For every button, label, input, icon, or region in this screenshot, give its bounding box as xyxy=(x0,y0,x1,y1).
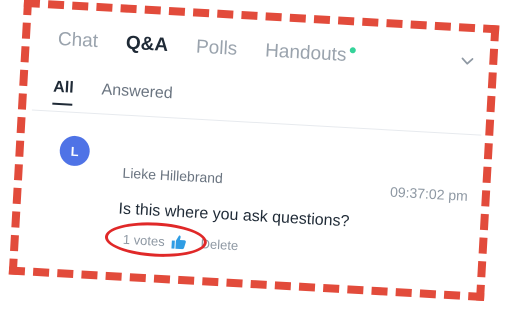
chevron-down-icon[interactable] xyxy=(461,55,474,68)
tab-polls[interactable]: Polls xyxy=(195,37,237,61)
tab-chat[interactable]: Chat xyxy=(57,29,98,53)
tab-handouts-label: Handouts xyxy=(264,40,347,66)
votes-count: 1 votes xyxy=(122,231,166,249)
delete-link[interactable]: Delete xyxy=(200,236,238,253)
avatar-initial: L xyxy=(70,143,80,159)
qa-panel-wrapper: Chat Q&A Polls Handouts All Answered L L… xyxy=(8,0,500,302)
subtabs-divider xyxy=(31,109,482,136)
avatar: L xyxy=(58,135,91,167)
screenshot-stage: Chat Q&A Polls Handouts All Answered L L… xyxy=(0,0,508,309)
subtab-all[interactable]: All xyxy=(52,78,75,106)
subtabs: All Answered xyxy=(52,78,173,112)
main-tabs: Chat Q&A Polls Handouts xyxy=(57,29,356,68)
question-timestamp: 09:37:02 pm xyxy=(389,183,469,204)
subtab-answered[interactable]: Answered xyxy=(101,81,173,111)
question-actions: 1 votes Delete xyxy=(104,219,239,260)
question-author: Lieke Hillebrand xyxy=(122,164,224,187)
tab-qa[interactable]: Q&A xyxy=(125,33,168,57)
votes-group: 1 votes xyxy=(104,219,208,260)
question-text: Is this where you ask questions? xyxy=(118,200,350,231)
qa-panel: Chat Q&A Polls Handouts All Answered L L… xyxy=(23,13,487,289)
notification-dot-icon xyxy=(349,47,356,54)
thumbs-up-icon[interactable] xyxy=(170,233,187,250)
tab-handouts[interactable]: Handouts xyxy=(265,40,356,67)
